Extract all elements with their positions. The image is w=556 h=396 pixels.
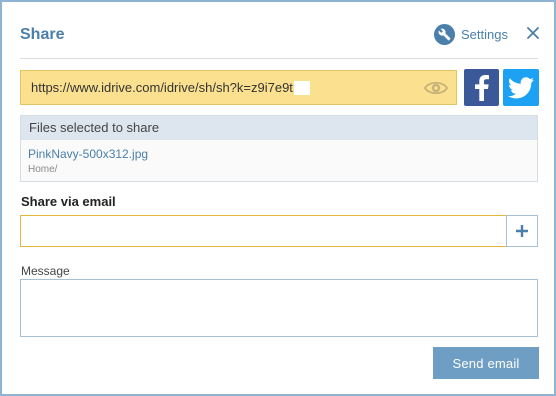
share-dialog: Share Settings https://www.idrive.com/id… [0, 0, 556, 396]
close-icon [527, 27, 539, 39]
facebook-icon [474, 74, 489, 101]
wrench-icon [434, 23, 455, 45]
share-link-url: https://www.idrive.com/idrive/sh/sh?k=z9… [31, 80, 293, 95]
header-divider [20, 58, 538, 59]
settings-label: Settings [461, 26, 508, 42]
plus-icon [516, 225, 528, 237]
share-email-label: Share via email [21, 194, 116, 209]
file-name[interactable]: PinkNavy-500x312.jpg [28, 147, 148, 161]
email-input[interactable] [20, 215, 507, 247]
send-email-button[interactable]: Send email [433, 347, 539, 379]
twitter-icon [508, 76, 534, 98]
message-textarea[interactable] [20, 279, 538, 337]
redacted-mask [293, 80, 310, 95]
settings-button[interactable]: Settings [434, 23, 508, 45]
twitter-share-button[interactable] [503, 69, 539, 106]
selected-files-panel: Files selected to share PinkNavy-500x312… [20, 115, 538, 182]
facebook-share-button[interactable] [464, 69, 499, 106]
add-email-button[interactable] [506, 215, 538, 247]
share-link-field[interactable]: https://www.idrive.com/idrive/sh/sh?k=z9… [20, 70, 457, 105]
eye-icon[interactable] [423, 78, 449, 98]
files-header: Files selected to share [21, 116, 537, 140]
file-path: Home/ [28, 164, 58, 175]
dialog-title: Share [20, 26, 65, 43]
close-button[interactable] [524, 23, 542, 43]
message-label: Message [21, 264, 70, 278]
